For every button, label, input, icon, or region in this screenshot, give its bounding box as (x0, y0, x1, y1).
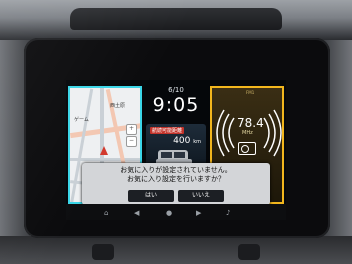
dialog-message: お気に入りが設定されていません。 お気に入り設定を行いますか？ (82, 166, 270, 184)
map-label: ゲーム (74, 117, 89, 123)
sound-wave-icon (263, 109, 282, 157)
back-icon[interactable]: ◀ (134, 209, 139, 217)
yes-button[interactable]: はい (128, 190, 174, 202)
radio-icon (238, 142, 256, 155)
dialog-line-1: お気に入りが設定されていません。 (120, 166, 232, 174)
clock-time: 9:05 (152, 94, 200, 116)
range-title: 航続可能距離 (150, 127, 185, 134)
map-label: 西土原 (110, 103, 126, 109)
air-vent (70, 8, 282, 30)
screen-bottom-bar (66, 204, 286, 220)
current-position-icon (100, 146, 108, 155)
clock-date: 6/10 (168, 86, 184, 94)
radio-band: FM1 (246, 90, 255, 95)
sound-wave-icon (216, 109, 235, 157)
hardware-knob[interactable] (238, 244, 260, 260)
range-value: 400 km (173, 136, 201, 146)
dialog-line-2: お気に入り設定を行いますか？ (127, 175, 225, 183)
zoom-out-button[interactable]: − (126, 136, 137, 147)
circle-icon[interactable]: ● (166, 209, 172, 217)
climate-panel (0, 236, 352, 264)
favorites-dialog: お気に入りが設定されていません。 お気に入り設定を行いますか？ はい いいえ (82, 163, 270, 205)
home-icon[interactable]: ⌂ (104, 209, 108, 217)
radio-frequency: 78.4 (237, 116, 264, 130)
zoom-in-button[interactable]: + (126, 124, 137, 135)
volume-icon[interactable]: ♪ (226, 209, 230, 217)
no-button[interactable]: いいえ (178, 190, 224, 202)
forward-icon[interactable]: ▶ (196, 209, 201, 217)
radio-unit: MHz (242, 130, 253, 136)
hardware-knob[interactable] (92, 244, 114, 260)
